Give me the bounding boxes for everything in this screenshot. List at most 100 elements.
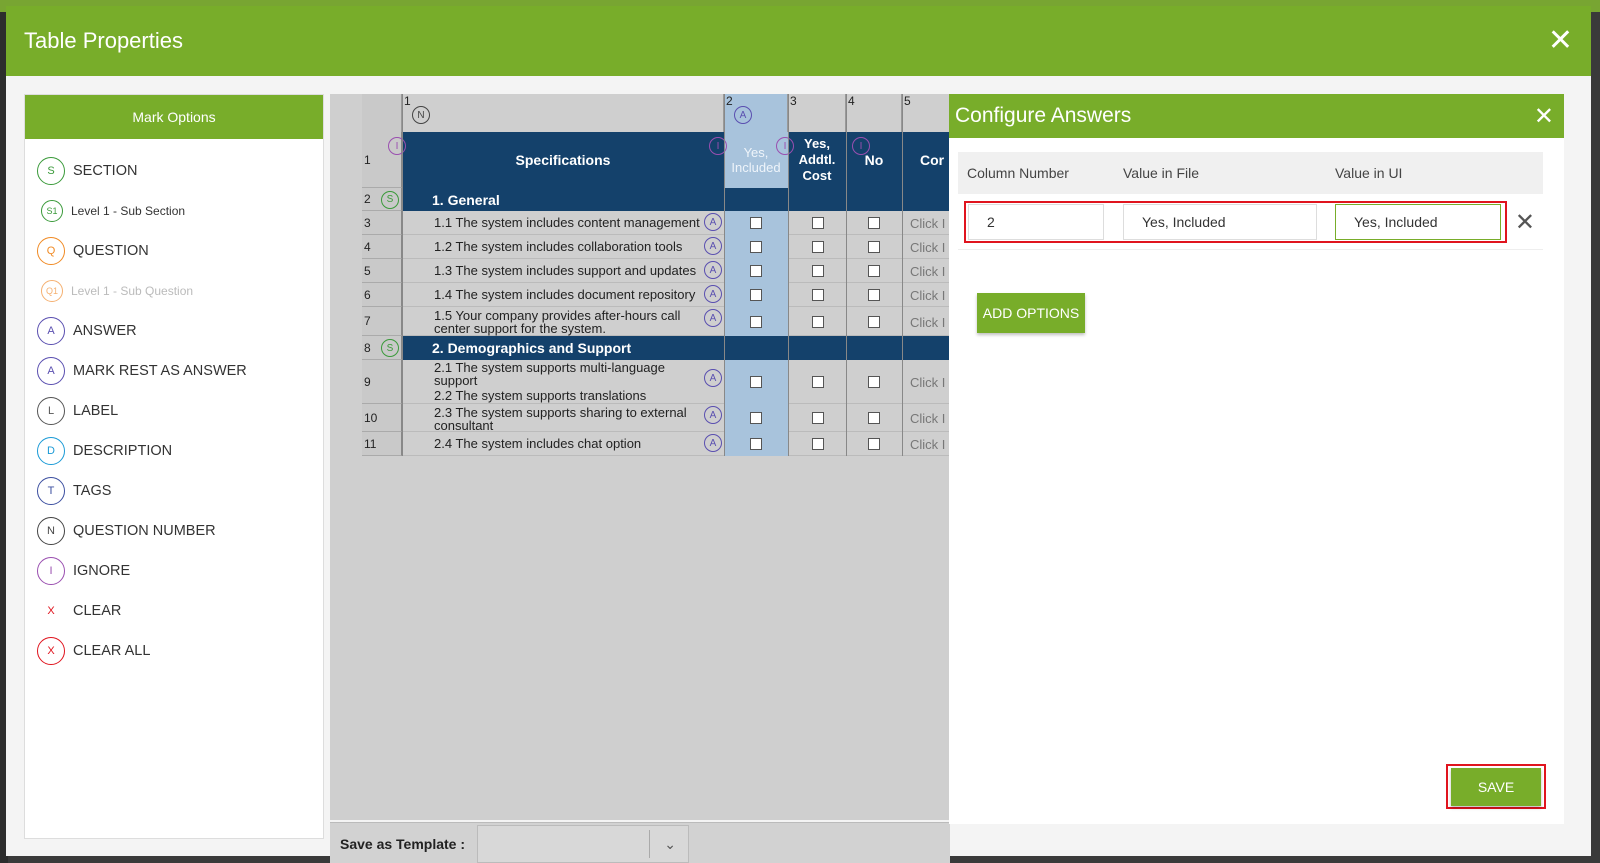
checkbox-cell[interactable] — [868, 265, 880, 277]
close-icon[interactable]: ✕ — [1534, 102, 1554, 131]
checkbox-cell[interactable] — [812, 289, 824, 301]
section-row: 1. General — [402, 188, 950, 211]
checkbox-cell[interactable] — [750, 289, 762, 301]
checkbox-cell[interactable] — [750, 265, 762, 277]
answer-badge-icon[interactable]: A — [704, 369, 722, 387]
column-number-header[interactable]: 2A — [724, 94, 788, 132]
section-badge-icon[interactable]: S — [381, 190, 399, 209]
table-row[interactable]: 9 2.1 The system supports multi-language … — [362, 360, 950, 404]
ignore-badge-icon[interactable]: I — [776, 137, 794, 155]
checkbox-cell[interactable] — [750, 217, 762, 229]
mark-option-description[interactable]: D DESCRIPTION — [25, 431, 323, 471]
checkbox-cell[interactable] — [812, 438, 824, 450]
ignore-badge-icon[interactable]: I — [388, 137, 406, 155]
checkbox-cell[interactable] — [812, 217, 824, 229]
table-preview[interactable]: 1 N 2 A 3 4 5 1 Specifications Yes, Included Yes, … — [330, 94, 950, 820]
mark-option-clear[interactable]: X CLEAR — [25, 591, 323, 631]
mark-option-question[interactable]: Q QUESTION — [25, 231, 323, 271]
table-row[interactable]: 11 2.4 The system includes chat option A Cl… — [362, 432, 950, 456]
table-row[interactable]: 7 1.5 Your company provides after-hours c… — [362, 307, 950, 336]
checkbox-cell[interactable] — [868, 241, 880, 253]
mark-badge-icon: N — [37, 517, 65, 545]
checkbox-cell[interactable] — [750, 376, 762, 388]
column-number-header[interactable]: 4 — [846, 94, 902, 132]
select-divider — [649, 829, 651, 858]
close-icon[interactable]: ✕ — [1548, 26, 1573, 56]
checkbox-cell[interactable] — [812, 376, 824, 388]
save-button[interactable]: SAVE — [1451, 768, 1541, 806]
answer-badge-icon[interactable]: A — [704, 261, 722, 279]
column-number-header[interactable]: 1N — [402, 94, 724, 132]
checkbox-cell[interactable] — [868, 315, 880, 328]
checkbox-cell[interactable] — [812, 241, 824, 253]
table-properties-modal: Table Properties ✕ Mark Options S SECTION… — [6, 6, 1591, 863]
answers-table: Column Number Value in File Value in UI … — [958, 152, 1543, 250]
checkbox-cell[interactable] — [812, 265, 824, 277]
mark-option-clear-all[interactable]: X CLEAR ALL — [25, 631, 323, 671]
add-options-button[interactable]: ADD OPTIONS — [977, 293, 1085, 333]
ignore-badge-icon[interactable]: I — [852, 137, 870, 155]
section-badge-icon[interactable]: S — [381, 339, 399, 357]
table-row[interactable]: 2 S 1. General — [362, 188, 950, 211]
checkbox-cell[interactable] — [868, 217, 880, 229]
column-divider — [788, 94, 789, 456]
mark-option-label[interactable]: L LABEL — [25, 391, 323, 431]
checkbox-cell[interactable] — [868, 376, 880, 388]
table-row[interactable]: 5 1.3 The system includes support and upd… — [362, 259, 950, 283]
mark-option-tags[interactable]: T TAGS — [25, 471, 323, 511]
answer-badge-icon[interactable]: A — [704, 285, 722, 303]
mark-option-ignore[interactable]: I IGNORE — [25, 551, 323, 591]
question-text: 1.1 The system includes content manageme… — [434, 215, 700, 230]
answer-row: 2 Yes, Included Yes, Included ✕ — [958, 194, 1543, 250]
question-text: 1.3 The system includes support and upda… — [434, 263, 697, 278]
mark-option-level-1-sub-question[interactable]: Q1 Level 1 - Sub Question — [25, 271, 323, 311]
table-row[interactable]: 3 1.1 The system includes content managem… — [362, 211, 950, 235]
column-number: 5 — [904, 94, 911, 108]
checkbox-cell[interactable] — [750, 438, 762, 450]
column-divider — [846, 94, 847, 456]
click-cell-text: Click I — [910, 437, 946, 452]
mark-option-mark-rest-as-answer[interactable]: A MARK REST AS ANSWER — [25, 351, 323, 391]
checkbox-cell[interactable] — [750, 412, 762, 424]
checkbox-cell[interactable] — [868, 438, 880, 450]
click-cell-text: Click I — [910, 314, 946, 330]
col-header-value-in-ui: Value in UI — [1335, 165, 1403, 181]
column-number-header[interactable]: 3 — [788, 94, 846, 132]
mark-options-panel: Mark Options S SECTION S1 Level 1 - Sub Sec… — [24, 94, 324, 839]
table-row[interactable]: 4 1.2 The system includes collaboration t… — [362, 235, 950, 259]
mark-option-answer[interactable]: A ANSWER — [25, 311, 323, 351]
modal-body: Mark Options S SECTION S1 Level 1 - Sub Sec… — [6, 76, 1591, 863]
mark-option-label: MARK REST AS ANSWER — [73, 363, 247, 379]
mark-option-question-number[interactable]: N QUESTION NUMBER — [25, 511, 323, 551]
answer-badge-icon[interactable]: A — [704, 406, 722, 424]
template-select[interactable]: ⌄ — [477, 824, 690, 863]
column-badge-icon[interactable]: N — [412, 106, 430, 124]
row-number: 10 — [362, 404, 402, 432]
header-comments: Cor — [902, 132, 950, 188]
checkbox-cell[interactable] — [750, 315, 762, 328]
table-row[interactable]: 8 S 2. Demographics and Support — [362, 336, 950, 360]
mark-badge-icon: T — [37, 477, 65, 505]
row-number: 4 — [362, 235, 402, 259]
column-number-header[interactable]: 5 — [902, 94, 950, 132]
mark-badge-icon: L — [37, 397, 65, 425]
checkbox-cell[interactable] — [812, 412, 824, 424]
column-badge-icon[interactable]: A — [734, 106, 752, 124]
delete-row-icon[interactable]: ✕ — [1515, 208, 1535, 237]
mark-option-level-1-sub-section[interactable]: S1 Level 1 - Sub Section — [25, 191, 323, 231]
header-yes-addtl-cost: Yes, Addtl. Cost — [788, 132, 846, 188]
checkbox-cell[interactable] — [750, 241, 762, 253]
mark-option-label: QUESTION NUMBER — [73, 523, 216, 539]
table-row[interactable]: 10 2.3 The system supports sharing to ext… — [362, 404, 950, 432]
checkbox-cell[interactable] — [868, 412, 880, 424]
click-cell-text: Click I — [910, 375, 946, 390]
answer-badge-icon[interactable]: A — [704, 237, 722, 255]
table-row[interactable]: 6 1.4 The system includes document reposi… — [362, 283, 950, 307]
checkbox-cell[interactable] — [812, 315, 824, 328]
mark-option-section[interactable]: S SECTION — [25, 151, 323, 191]
answer-badge-icon[interactable]: A — [704, 213, 722, 231]
answer-badge-icon[interactable]: A — [704, 309, 722, 327]
table-row[interactable]: 1 Specifications Yes, Included Yes, Addtl. … — [362, 132, 950, 188]
checkbox-cell[interactable] — [868, 289, 880, 301]
answer-badge-icon[interactable]: A — [704, 434, 722, 452]
